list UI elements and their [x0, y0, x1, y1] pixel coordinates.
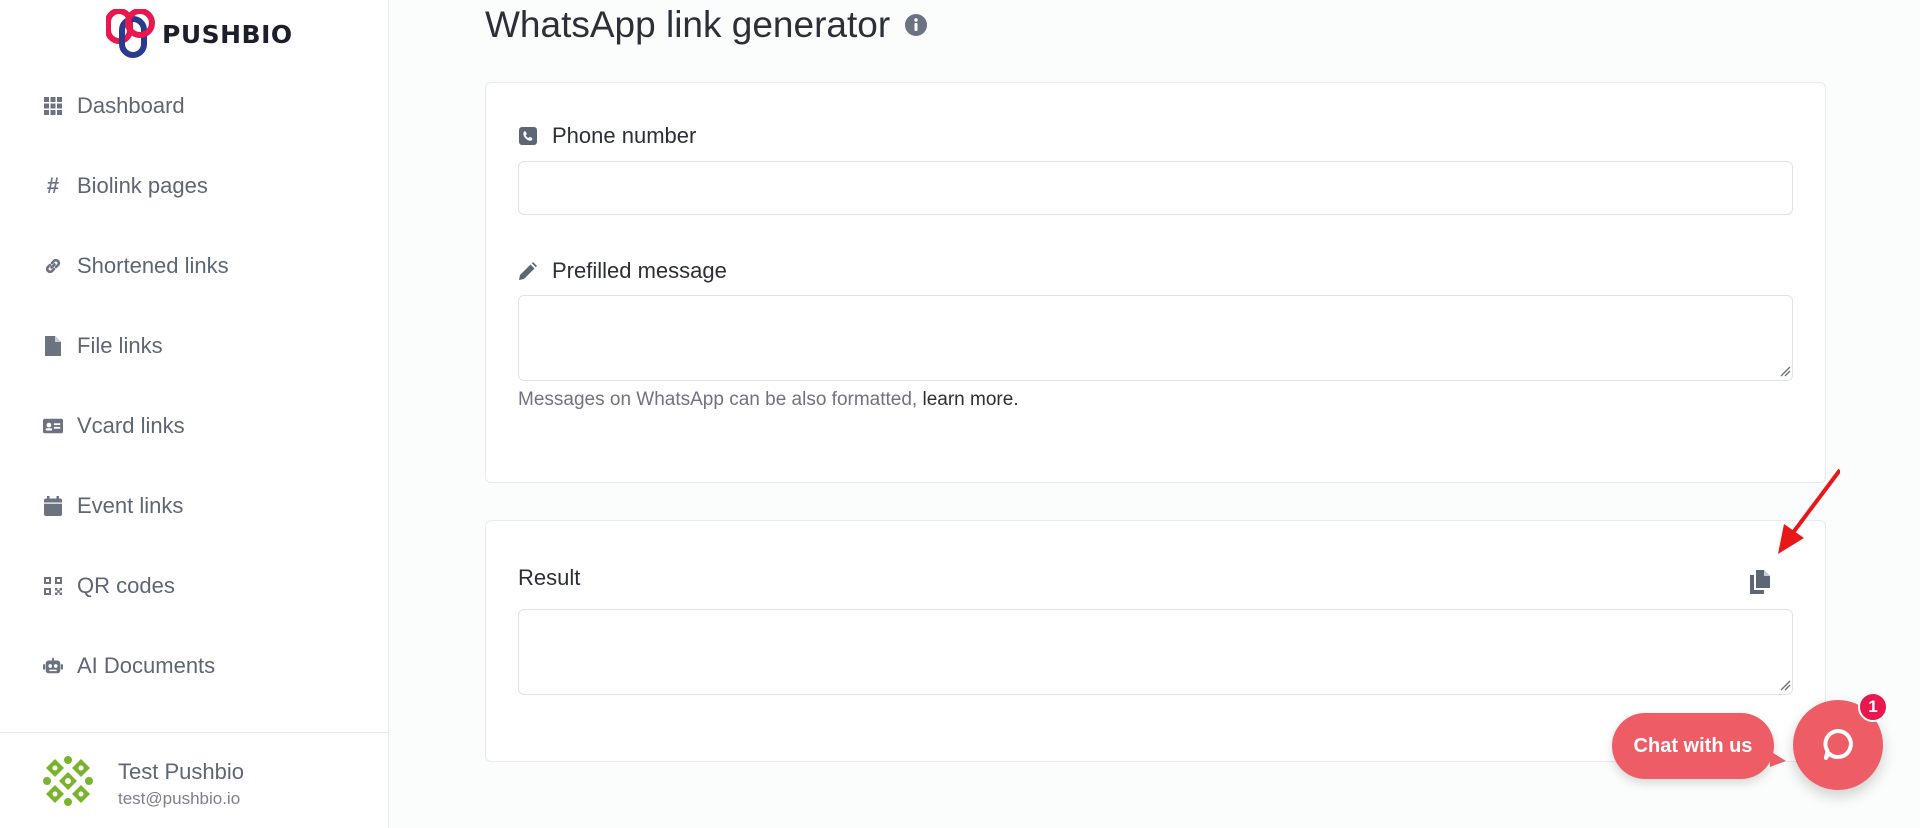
- prefilled-message-label-text: Prefilled message: [552, 258, 727, 283]
- qrcode-icon: [43, 576, 63, 596]
- robot-icon: [43, 656, 63, 676]
- sidebar: PUSHBIO Dashboard # Biolink pages Shorte…: [0, 0, 389, 828]
- page-title: WhatsApp link generator: [485, 4, 928, 46]
- page-title-text: WhatsApp link generator: [485, 4, 891, 45]
- info-icon[interactable]: [904, 13, 928, 37]
- phone-number-label-text: Phone number: [552, 123, 697, 148]
- sidebar-item-label: Biolink pages: [77, 173, 208, 198]
- chat-bubble-icon: [1823, 729, 1853, 760]
- sidebar-item-label: Event links: [77, 493, 184, 518]
- result-label-text: Result: [518, 565, 581, 590]
- user-profile[interactable]: Test Pushbio test@pushbio.io: [0, 732, 389, 828]
- calendar-icon: [43, 496, 63, 516]
- user-name: Test Pushbio: [118, 759, 244, 784]
- sidebar-item-qr-codes[interactable]: QR codes: [0, 546, 389, 626]
- sidebar-item-biolink-pages[interactable]: # Biolink pages: [0, 146, 389, 226]
- sidebar-item-event-links[interactable]: Event links: [0, 466, 389, 546]
- phone-number-input[interactable]: [518, 161, 1793, 215]
- sidebar-nav: Dashboard # Biolink pages Shortened link…: [0, 66, 389, 706]
- brand-name: PUSHBIO: [162, 19, 293, 49]
- sidebar-item-file-links[interactable]: File links: [0, 306, 389, 386]
- formatting-help-message: Messages on WhatsApp can be also formatt…: [518, 389, 918, 410]
- hashtag-icon: #: [46, 173, 60, 198]
- sidebar-item-label: Dashboard: [77, 93, 185, 118]
- sidebar-item-dashboard[interactable]: Dashboard: [0, 66, 389, 146]
- prefilled-message-label: Prefilled message: [518, 258, 727, 284]
- learn-more-link[interactable]: learn more.: [923, 389, 1019, 410]
- sidebar-item-ai-documents[interactable]: AI Documents: [0, 626, 389, 706]
- user-email: test@pushbio.io: [118, 789, 241, 808]
- sidebar-item-label: Vcard links: [77, 413, 185, 438]
- chat-with-us-button[interactable]: Chat with us: [1612, 713, 1786, 779]
- file-icon: [43, 336, 63, 356]
- grid-icon: [43, 96, 63, 116]
- sidebar-item-label: Shortened links: [77, 253, 229, 278]
- result-textarea[interactable]: [518, 609, 1793, 695]
- sidebar-item-label: File links: [77, 333, 163, 358]
- pencil-icon: [518, 261, 538, 281]
- resize-grip-icon[interactable]: [1779, 679, 1791, 691]
- pushbio-logo-icon: [106, 9, 155, 58]
- link-icon: [43, 256, 63, 276]
- prefilled-message-textarea[interactable]: [518, 295, 1793, 381]
- id-card-icon: [43, 416, 63, 436]
- avatar: [42, 755, 94, 807]
- sidebar-item-label: QR codes: [77, 573, 175, 598]
- chat-notification-badge: 1: [1858, 692, 1888, 722]
- formatting-help-text: Messages on WhatsApp can be also formatt…: [518, 389, 1019, 411]
- generator-form-card: Phone number Prefilled message Messages …: [485, 82, 1826, 483]
- copy-icon: [1750, 570, 1770, 594]
- sidebar-item-vcard-links[interactable]: Vcard links: [0, 386, 389, 466]
- sidebar-item-shortened-links[interactable]: Shortened links: [0, 226, 389, 306]
- sidebar-item-label: AI Documents: [77, 653, 216, 678]
- brand-logo[interactable]: PUSHBIO: [106, 8, 293, 60]
- phone-number-label: Phone number: [518, 123, 696, 149]
- result-label: Result: [518, 565, 580, 591]
- phone-icon: [518, 126, 538, 146]
- chat-with-us-label: Chat with us: [1633, 734, 1753, 757]
- resize-grip-icon[interactable]: [1779, 365, 1791, 377]
- copy-button[interactable]: [1746, 567, 1774, 597]
